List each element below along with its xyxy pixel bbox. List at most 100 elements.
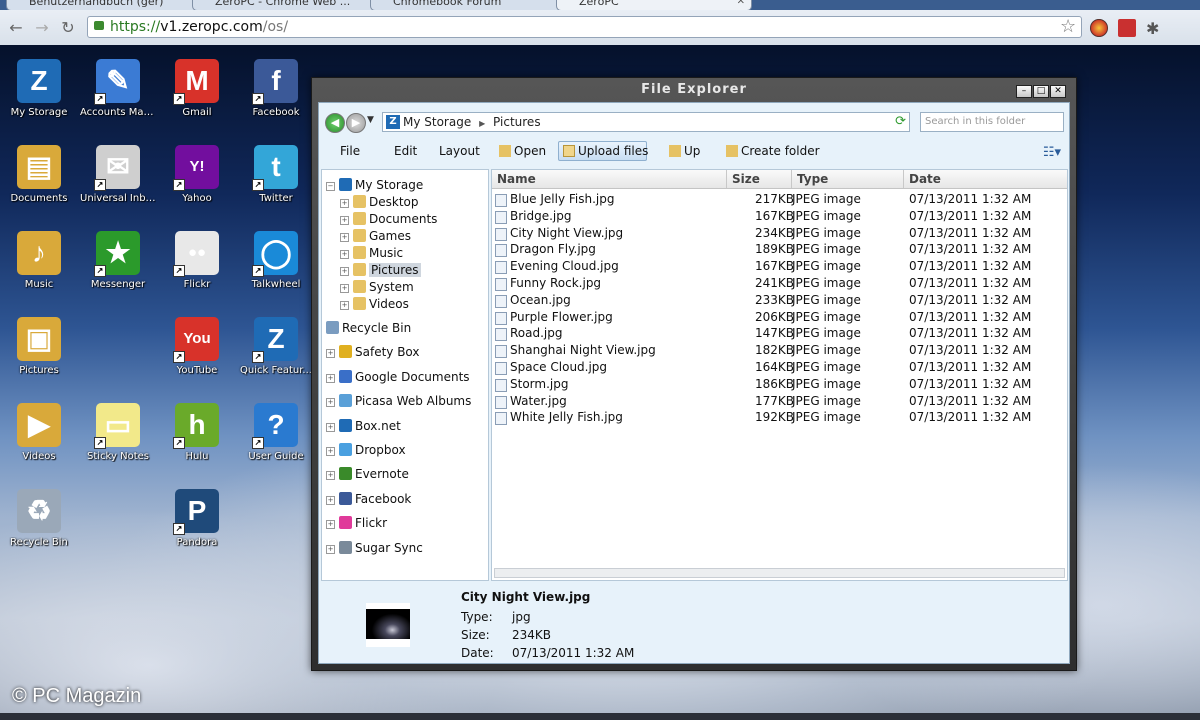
breadcrumb-my-storage[interactable]: My Storage bbox=[403, 115, 471, 129]
tree-item-pictures[interactable]: + Pictures bbox=[340, 262, 421, 279]
file-row[interactable]: Storm.jpg 186KB JPEG image 07/13/2011 1:32 … bbox=[492, 376, 1067, 393]
desktop-icon-documents[interactable]: ▤ Documents bbox=[1, 145, 77, 204]
tree-item-box-net[interactable]: + Box.net bbox=[326, 418, 401, 435]
column-type[interactable]: Type bbox=[792, 170, 904, 188]
expand-icon[interactable]: + bbox=[326, 422, 335, 432]
expand-icon[interactable]: + bbox=[340, 216, 349, 225]
menu-layout[interactable]: Layout bbox=[439, 144, 480, 158]
file-row[interactable]: White Jelly Fish.jpg 192KB JPEG image 07/13… bbox=[492, 409, 1067, 426]
expand-icon[interactable]: + bbox=[340, 233, 349, 242]
desktop-icon-hulu[interactable]: h ↗ Hulu bbox=[159, 403, 235, 462]
desktop-icon-yahoo[interactable]: Y! ↗ Yahoo bbox=[159, 145, 235, 204]
file-row[interactable]: Shanghai Night View.jpg 182KB JPEG image 07… bbox=[492, 342, 1067, 359]
up-button[interactable]: Up bbox=[669, 144, 700, 158]
tree-item-safety-box[interactable]: + Safety Box bbox=[326, 344, 420, 361]
column-size[interactable]: Size bbox=[727, 170, 792, 188]
desktop-icon-music[interactable]: ♪ Music bbox=[1, 231, 77, 290]
expand-icon[interactable]: − bbox=[326, 182, 335, 191]
expand-icon[interactable]: + bbox=[340, 250, 349, 259]
menu-edit[interactable]: Edit bbox=[394, 144, 417, 158]
extension-icon[interactable] bbox=[1090, 19, 1108, 37]
extension-badge-icon[interactable] bbox=[1118, 19, 1136, 37]
desktop-icon-user-guide[interactable]: ? ↗ User Guide bbox=[238, 403, 314, 462]
desktop-icon-quick-featur[interactable]: Z ↗ Quick Featur... bbox=[238, 317, 314, 376]
desktop-icon-flickr[interactable]: ●● ↗ Flickr bbox=[159, 231, 235, 290]
expand-icon[interactable]: + bbox=[326, 471, 335, 481]
back-arrow-icon[interactable]: ← bbox=[6, 18, 26, 37]
expand-icon[interactable]: + bbox=[326, 520, 335, 530]
expand-icon[interactable]: + bbox=[340, 267, 349, 276]
file-row[interactable]: Purple Flower.jpg 206KB JPEG image 07/13/20… bbox=[492, 309, 1067, 326]
desktop-icon-pandora[interactable]: P ↗ Pandora bbox=[159, 489, 235, 548]
tree-item-games[interactable]: + Games bbox=[340, 228, 411, 245]
address-bar[interactable]: https://v1.zeropc.com/os/ bbox=[87, 16, 1082, 38]
expand-icon[interactable]: + bbox=[326, 349, 335, 359]
expand-icon[interactable]: + bbox=[326, 447, 335, 456]
file-row[interactable]: City Night View.jpg 234KB JPEG image 07/13/… bbox=[492, 225, 1067, 242]
view-mode-icon[interactable]: ☷▾ bbox=[1043, 145, 1061, 160]
close-icon[interactable]: ✕ bbox=[1050, 85, 1066, 98]
create-folder-button[interactable]: Create folder bbox=[726, 144, 820, 158]
tree-item-google-documents[interactable]: + Google Documents bbox=[326, 369, 470, 386]
desktop-icon-accounts-man[interactable]: ✎ ↗ Accounts Man... bbox=[80, 59, 156, 118]
history-dropdown-icon[interactable]: ▼ bbox=[367, 115, 374, 125]
wrench-icon[interactable]: ✱ bbox=[1146, 19, 1164, 38]
tree-item-system[interactable]: + System bbox=[340, 279, 414, 296]
file-row[interactable]: Road.jpg 147KB JPEG image 07/13/2011 1:32 A… bbox=[492, 325, 1067, 342]
tree-item-documents[interactable]: + Documents bbox=[340, 211, 437, 228]
tree-item-my-storage[interactable]: − My Storage bbox=[326, 177, 423, 194]
column-name[interactable]: Name bbox=[492, 170, 727, 188]
forward-icon[interactable]: ▶ bbox=[346, 113, 366, 133]
refresh-icon[interactable]: ⟳ bbox=[895, 114, 906, 129]
minimize-icon[interactable]: – bbox=[1016, 85, 1032, 98]
expand-icon[interactable]: + bbox=[340, 301, 349, 310]
tree-item-recycle-bin[interactable]: Recycle Bin bbox=[326, 320, 411, 337]
tab-zeropc-chrome-web[interactable]: ZeroPC - Chrome Web ...✕ bbox=[192, 0, 388, 10]
close-icon[interactable]: ✕ bbox=[737, 0, 745, 10]
open-button[interactable]: Open bbox=[499, 144, 546, 158]
tree-item-music[interactable]: + Music bbox=[340, 245, 403, 262]
file-row[interactable]: Blue Jelly Fish.jpg 217KB JPEG image 07/13/… bbox=[492, 191, 1067, 208]
tree-item-videos[interactable]: + Videos bbox=[340, 296, 409, 313]
horizontal-scrollbar[interactable] bbox=[494, 568, 1065, 578]
tree-item-picasa-web-albums[interactable]: + Picasa Web Albums bbox=[326, 393, 471, 410]
expand-icon[interactable]: + bbox=[326, 544, 335, 554]
expand-icon[interactable]: + bbox=[326, 495, 335, 505]
forward-arrow-icon[interactable]: → bbox=[32, 18, 52, 37]
desktop-icon-talkwheel[interactable]: ◯ ↗ Talkwheel bbox=[238, 231, 314, 290]
upload-files-button[interactable]: Upload files bbox=[558, 141, 648, 161]
breadcrumb-pictures[interactable]: Pictures bbox=[493, 115, 541, 129]
tree-item-facebook[interactable]: + Facebook bbox=[326, 491, 411, 508]
back-icon[interactable]: ◀ bbox=[325, 113, 345, 133]
file-row[interactable]: Water.jpg 177KB JPEG image 07/13/2011 1:32 … bbox=[492, 393, 1067, 410]
folder-path-bar[interactable]: Z My Storage ▶ Pictures ⟳ bbox=[382, 112, 910, 132]
desktop-icon-my-storage[interactable]: Z My Storage bbox=[1, 59, 77, 118]
file-row[interactable]: Ocean.jpg 233KB JPEG image 07/13/2011 1:32 … bbox=[492, 292, 1067, 309]
desktop-icon-recycle-bin[interactable]: ♻ Recycle Bin bbox=[1, 489, 77, 548]
desktop-icon-messenger[interactable]: ★ ↗ Messenger bbox=[80, 231, 156, 290]
folder-search-input[interactable]: Search in this folder bbox=[920, 112, 1064, 132]
desktop-icon-sticky-notes[interactable]: ▭ ↗ Sticky Notes bbox=[80, 403, 156, 462]
file-row[interactable]: Dragon Fly.jpg 189KB JPEG image 07/13/2011 … bbox=[492, 241, 1067, 258]
desktop-icon-youtube[interactable]: You ↗ YouTube bbox=[159, 317, 235, 376]
desktop-icon-facebook[interactable]: f ↗ Facebook bbox=[238, 59, 314, 118]
expand-icon[interactable]: + bbox=[340, 284, 349, 293]
file-row[interactable]: Space Cloud.jpg 164KB JPEG image 07/13/2011… bbox=[492, 359, 1067, 376]
file-row[interactable]: Evening Cloud.jpg 167KB JPEG image 07/13/20… bbox=[492, 258, 1067, 275]
tree-item-evernote[interactable]: + Evernote bbox=[326, 466, 409, 483]
tab-chromebook-forum[interactable]: Chromebook Forum✕ bbox=[370, 0, 574, 10]
desktop-icon-twitter[interactable]: t ↗ Twitter bbox=[238, 145, 314, 204]
reload-icon[interactable]: ↻ bbox=[58, 18, 78, 37]
tree-item-flickr[interactable]: + Flickr bbox=[326, 515, 387, 532]
expand-icon[interactable]: + bbox=[340, 199, 349, 208]
file-row[interactable]: Funny Rock.jpg 241KB JPEG image 07/13/2011 … bbox=[492, 275, 1067, 292]
tree-item-desktop[interactable]: + Desktop bbox=[340, 194, 419, 211]
tab-zeropc[interactable]: ZeroPC ✕ bbox=[556, 0, 752, 10]
maximize-icon[interactable]: □ bbox=[1033, 85, 1049, 98]
desktop-icon-videos[interactable]: ▶ Videos bbox=[1, 403, 77, 462]
desktop-icon-gmail[interactable]: M ↗ Gmail bbox=[159, 59, 235, 118]
expand-icon[interactable]: + bbox=[326, 373, 335, 383]
menu-file[interactable]: File bbox=[340, 144, 360, 158]
column-date[interactable]: Date bbox=[904, 170, 1067, 188]
desktop-icon-pictures[interactable]: ▣ Pictures bbox=[1, 317, 77, 376]
